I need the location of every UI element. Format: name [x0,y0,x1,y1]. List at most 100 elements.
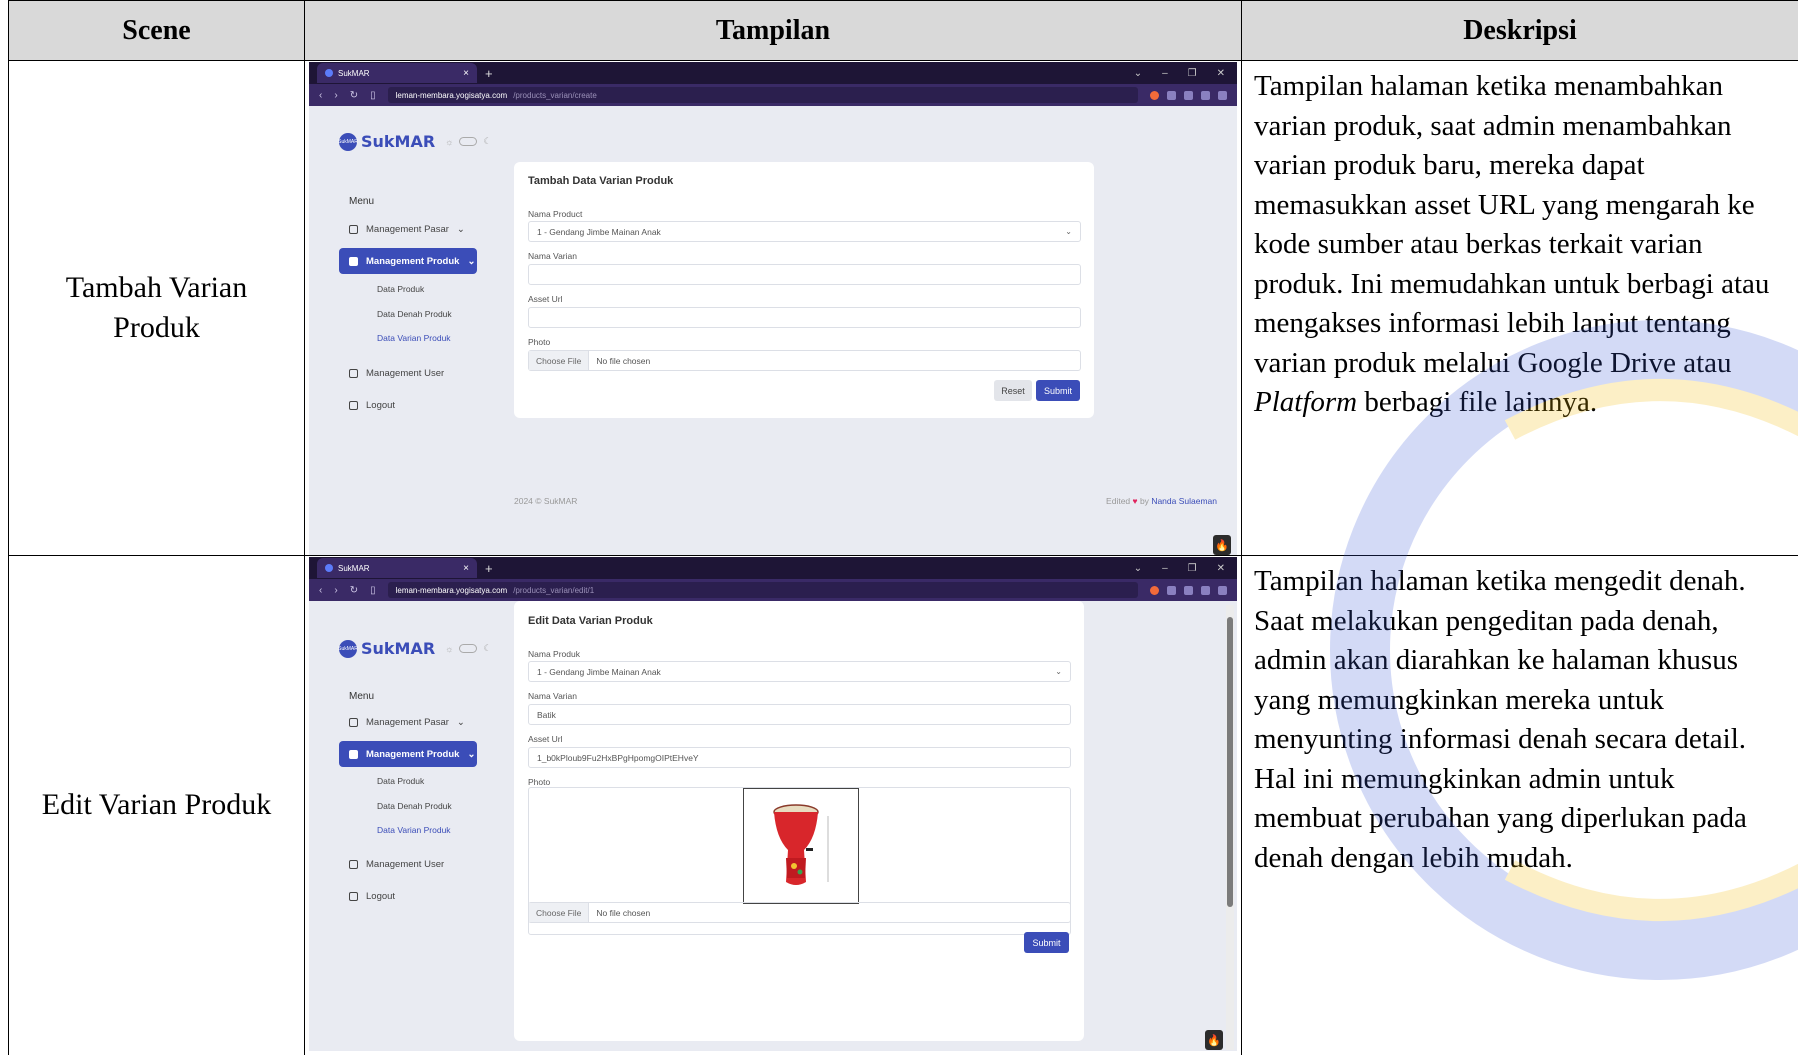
nav-management-produk[interactable]: Management Produk ⌄ [339,741,477,767]
logo: SukMAR SukMAR ☼ ☾ [338,639,491,658]
photo-file-input[interactable]: Choose File No file chosen [528,350,1081,371]
flame-icon[interactable]: 🔥 [1213,535,1231,555]
extension-icon[interactable] [1184,585,1193,595]
close-window-icon[interactable]: ✕ [1217,563,1225,574]
variant-input[interactable]: Batik [528,704,1071,725]
bag-icon [349,256,358,266]
choose-file-button[interactable]: Choose File [529,903,590,922]
browser-tab[interactable]: SukMAR × [317,63,477,83]
variant-input[interactable] [528,264,1081,285]
product-select[interactable]: 1 - Gendang Jimbe Mainan Anak ⌄ [528,661,1071,682]
photo-file-input[interactable]: Choose File No file chosen [528,902,1071,923]
subnav-data-varian-produk[interactable]: Data Varian Produk [377,825,451,835]
description-cell: Tampilan halaman ketika mengedit denah. … [1241,555,1798,1055]
back-icon[interactable]: ‹ [319,585,322,596]
chevron-down-icon: ⌄ [1055,667,1062,676]
extension-icon[interactable] [1167,585,1176,595]
nav-logout[interactable]: Logout [339,883,477,909]
nav-logout[interactable]: Logout [339,392,477,418]
choose-file-button[interactable]: Choose File [529,351,590,370]
logo-icon: SukMAR [338,132,358,151]
heart-icon: ♥ [1132,496,1138,506]
brave-shield-icon[interactable] [1150,585,1159,595]
label-product: Nama Product [528,209,583,219]
photo-preview [743,788,859,904]
author-link[interactable]: Nanda Sulaeman [1151,496,1217,506]
url-host: leman-membara.yogisatya.com [395,90,508,100]
reload-icon[interactable]: ↻ [350,585,358,596]
flame-icon[interactable]: 🔥 [1205,1030,1223,1050]
table-row: Tambah Varian Produk SukMAR × + ⌄ – ❐ ✕ [8,60,1798,556]
close-icon[interactable]: × [463,563,469,574]
footer-copyright: 2024 © SukMAR [514,496,578,506]
theme-toggle[interactable]: ☼ ☾ [445,643,491,654]
scrollbar-thumb[interactable] [1227,617,1233,907]
nav-management-user[interactable]: Management User [339,851,477,877]
header-scene: Scene [8,0,305,61]
scene-cell: Edit Varian Produk [8,555,305,1055]
close-window-icon[interactable]: ✕ [1217,68,1225,79]
scene-cell: Tambah Varian Produk [8,60,305,556]
wallet-icon[interactable] [1218,90,1227,100]
card-title: Tambah Data Varian Produk [528,175,674,187]
new-tab-icon[interactable]: + [485,561,493,576]
bookmark-icon[interactable]: ▯ [370,585,376,596]
subnav-data-denah-produk[interactable]: Data Denah Produk [377,309,452,319]
minimize-icon[interactable]: – [1162,563,1168,574]
nav-management-pasar[interactable]: Management Pasar ⌄ [339,216,477,242]
extension-icon[interactable] [1167,90,1176,100]
address-bar: ‹ › ↻ ▯ leman-membara.yogisatya.com/prod… [309,579,1237,601]
submit-button[interactable]: Submit [1036,380,1080,401]
brave-shield-icon[interactable] [1150,90,1159,100]
theme-toggle[interactable]: ☼ ☾ [445,136,491,147]
reset-button[interactable]: Reset [994,380,1032,401]
submit-button[interactable]: Submit [1024,932,1069,953]
url-input[interactable]: leman-membara.yogisatya.com/products_var… [387,582,1138,598]
extension-icon[interactable] [1184,90,1193,100]
back-icon[interactable]: ‹ [319,90,322,101]
logout-icon [349,400,358,410]
extensions [1150,585,1227,595]
reload-icon[interactable]: ↻ [350,90,358,101]
chevron-down-icon: ⌄ [1065,227,1072,236]
users-icon [349,859,358,869]
label-variant: Nama Varian [528,251,577,261]
address-bar: ‹ › ↻ ▯ leman-membara.yogisatya.com/prod… [309,84,1237,106]
sidebar: SukMAR SukMAR ☼ ☾ Menu Management Pasar … [309,601,494,1051]
browser-tab[interactable]: SukMAR × [317,558,477,578]
restore-icon[interactable]: ❐ [1188,68,1197,79]
wallet-icon[interactable] [1218,585,1227,595]
bookmark-icon[interactable]: ▯ [370,90,376,101]
close-icon[interactable]: × [463,68,469,79]
subnav-data-varian-produk[interactable]: Data Varian Produk [377,333,451,343]
nav-management-produk[interactable]: Management Produk ⌄ [339,248,477,274]
subnav-data-produk[interactable]: Data Produk [377,284,424,294]
sidebar-icon[interactable] [1201,585,1210,595]
url-input[interactable]: leman-membara.yogisatya.com/products_var… [387,87,1138,103]
description-cell: Tampilan halaman ketika menambahkan vari… [1241,60,1798,556]
minimize-icon[interactable]: – [1162,68,1168,79]
header-view: Tampilan [304,0,1242,61]
tab-title: SukMAR [338,563,370,573]
screenshot-add-variant: SukMAR × + ⌄ – ❐ ✕ ‹ › ↻ ▯ leman-membara… [309,62,1237,555]
sidebar-icon[interactable] [1201,90,1210,100]
restore-icon[interactable]: ❐ [1188,563,1197,574]
subnav-data-produk[interactable]: Data Produk [377,776,424,786]
asset-url-input[interactable] [528,307,1081,328]
forward-icon[interactable]: › [334,585,337,596]
nav-management-pasar[interactable]: Management Pasar ⌄ [339,709,477,735]
asset-url-input[interactable]: 1_b0kPloub9Fu2HxBPgHpomgOIPtEHveY [528,747,1071,768]
label-asset-url: Asset Url [528,294,563,304]
label-variant: Nama Varian [528,691,577,701]
new-tab-icon[interactable]: + [485,66,493,81]
nav-management-user[interactable]: Management User [339,360,477,386]
chevron-down-icon[interactable]: ⌄ [1134,563,1142,574]
product-select[interactable]: 1 - Gendang Jimbe Mainan Anak ⌄ [528,221,1081,242]
menu-title: Menu [349,196,375,207]
sidebar: SukMAR SukMAR ☼ ☾ Menu Management Pasar … [309,106,494,555]
subnav-data-denah-produk[interactable]: Data Denah Produk [377,801,452,811]
chevron-down-icon[interactable]: ⌄ [1134,68,1142,79]
calculator-icon [349,224,358,234]
forward-icon[interactable]: › [334,90,337,101]
scrollbar[interactable] [1226,605,1234,1050]
